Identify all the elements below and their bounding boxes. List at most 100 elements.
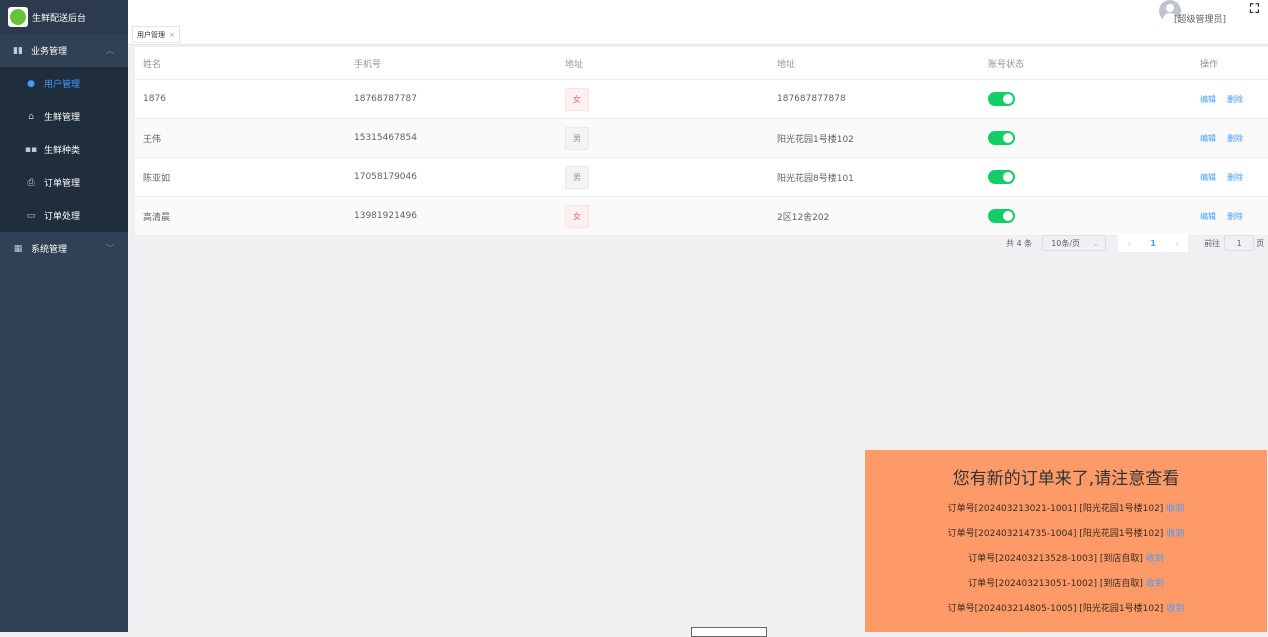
goto-page-input[interactable]: 1	[1224, 235, 1255, 251]
table-header: 姓名 手机号 地址 地址 账号状态 操作	[135, 47, 1268, 80]
table-row: 陈亚如 17058179046 男 阳光花园8号楼101 编辑 删除	[135, 158, 1268, 197]
sidebar-item-users[interactable]: ● 用户管理	[0, 67, 128, 100]
menu-group-system[interactable]: ▦ 系统管理 ﹀	[0, 232, 128, 265]
order-item: 订单号[202403213528-1003] [到店自取] 收到	[865, 551, 1267, 564]
receive-link[interactable]: 收到	[1146, 554, 1164, 564]
user-table: 姓名 手机号 地址 地址 账号状态 操作 1876 18768787787 女 …	[135, 47, 1268, 236]
goto-label: 前往	[1204, 238, 1221, 248]
order-text: 订单号[202403213021-1001] [阳光花园1号楼102]	[947, 504, 1164, 514]
cell-gender: 女	[565, 197, 589, 235]
sidebar-item-label: 订单处理	[44, 212, 81, 222]
cell-actions: 编辑 删除	[1200, 158, 1254, 196]
order-text: 订单号[202403213051-1002] [到店自取]	[968, 579, 1143, 589]
printer-icon: ⎙	[27, 177, 35, 188]
delete-button[interactable]: 删除	[1227, 94, 1243, 105]
status-toggle[interactable]	[988, 209, 1015, 223]
page-size-value: 10条/页	[1051, 238, 1081, 248]
cell-gender: 男	[565, 158, 589, 196]
app-logo-icon	[8, 7, 28, 27]
notification-title: 您有新的订单来了,请注意查看	[952, 469, 1180, 489]
sidebar: 生鲜配送后台 ▮▮ 业务管理 ︿ ● 用户管理 ⌂ 生鲜管理 ▪▪ 生鲜种类 ⎙…	[0, 0, 128, 632]
menu-group-label: 业务管理	[31, 47, 68, 57]
edit-button[interactable]: 编辑	[1200, 211, 1216, 222]
order-item: 订单号[202403213021-1001] [阳光花园1号楼102] 收到	[865, 501, 1267, 514]
menu-group-label: 系统管理	[31, 245, 68, 255]
gender-tag: 女	[565, 204, 589, 228]
prev-page-button[interactable]: ‹	[1128, 239, 1131, 248]
bag-icon: ⌂	[28, 111, 34, 122]
gender-tag: 女	[565, 87, 589, 111]
cell-gender: 女	[565, 80, 589, 118]
chevron-down-icon: ﹀	[106, 244, 114, 253]
close-icon[interactable]: ×	[169, 31, 175, 39]
menu-group-business[interactable]: ▮▮ 业务管理 ︿	[0, 34, 128, 67]
column-header: 地址	[565, 59, 584, 70]
cell-name: 高清晨	[143, 212, 171, 223]
bar-chart-icon: ▮▮	[13, 45, 23, 56]
receive-link[interactable]: 收到	[1166, 504, 1184, 514]
sidebar-item-order-processing[interactable]: ▭ 订单处理	[0, 199, 128, 232]
status-toggle[interactable]	[988, 170, 1015, 184]
column-header: 手机号	[354, 59, 382, 70]
grid-icon: ▦	[13, 243, 23, 254]
status-toggle[interactable]	[988, 131, 1015, 145]
tab-user-management[interactable]: 用户管理 ×	[132, 26, 180, 43]
tab-label: 用户管理	[137, 30, 165, 39]
cell-address: 187687877878	[777, 94, 846, 104]
top-header: [超级管理员] ⛶	[128, 0, 1268, 25]
cell-actions: 编辑 删除	[1200, 119, 1254, 157]
order-item: 订单号[202403213051-1002] [到店自取] 收到	[865, 576, 1267, 589]
cell-actions: 编辑 删除	[1200, 80, 1254, 118]
order-item: 订单号[202403214735-1004] [阳光花园1号楼102] 收到	[865, 526, 1267, 539]
cell-address: 阳光花园1号楼102	[777, 134, 854, 145]
receive-link[interactable]: 收到	[1166, 529, 1184, 539]
table-row: 王伟 15315467854 男 阳光花园1号楼102 编辑 删除	[135, 119, 1268, 158]
page-number-current[interactable]: 1	[1150, 239, 1156, 248]
edit-button[interactable]: 编辑	[1200, 94, 1216, 105]
order-item: 订单号[202403214805-1005] [阳光花园1号楼102] 收到	[865, 601, 1267, 614]
logo[interactable]: 生鲜配送后台	[0, 0, 128, 34]
cell-status	[988, 119, 1015, 157]
cell-address: 2区12舍202	[777, 212, 830, 223]
cell-status	[988, 197, 1015, 235]
sidebar-item-orders[interactable]: ⎙ 订单管理	[0, 166, 128, 199]
delete-button[interactable]: 删除	[1227, 211, 1243, 222]
order-text: 订单号[202403214805-1005] [阳光花园1号楼102]	[947, 604, 1164, 614]
sidebar-item-produce[interactable]: ⌂ 生鲜管理	[0, 100, 128, 133]
gender-tag: 男	[565, 126, 589, 150]
column-header: 地址	[777, 59, 796, 70]
page-suffix: 页	[1256, 238, 1265, 248]
cell-actions: 编辑 删除	[1200, 197, 1254, 235]
cell-name: 1876	[143, 94, 166, 104]
sidebar-item-label: 用户管理	[44, 80, 81, 90]
user-icon: ●	[27, 78, 35, 89]
gender-tag: 男	[565, 165, 589, 189]
edit-button[interactable]: 编辑	[1200, 172, 1216, 183]
pagination: 共 4 条 10条/页 ⌄ ‹ 1 › 前往 1 页	[1006, 234, 1264, 252]
edit-button[interactable]: 编辑	[1200, 133, 1216, 144]
table-row: 1876 18768787787 女 187687877878 编辑 删除	[135, 80, 1268, 119]
receive-link[interactable]: 收到	[1146, 579, 1164, 589]
box-icon: ▭	[26, 210, 36, 221]
column-header: 操作	[1200, 59, 1219, 70]
submenu-business: ● 用户管理 ⌂ 生鲜管理 ▪▪ 生鲜种类 ⎙ 订单管理 ▭ 订单处理	[0, 67, 128, 232]
sidebar-item-label: 生鲜种类	[44, 146, 81, 156]
app-title: 生鲜配送后台	[32, 13, 87, 24]
tags-bar: 用户管理 ×	[128, 24, 1268, 45]
cell-status	[988, 80, 1015, 118]
sidebar-item-label: 生鲜管理	[44, 113, 81, 123]
cell-address: 阳光花园8号楼101	[777, 173, 854, 184]
page-nav: ‹ 1 ›	[1118, 234, 1189, 252]
cell-name: 陈亚如	[143, 173, 171, 184]
sidebar-item-categories[interactable]: ▪▪ 生鲜种类	[0, 133, 128, 166]
page-size-select[interactable]: 10条/页 ⌄	[1042, 235, 1107, 251]
fullscreen-icon[interactable]: ⛶	[1250, 2, 1259, 17]
next-page-button[interactable]: ›	[1175, 239, 1178, 248]
cell-phone: 13981921496	[354, 211, 417, 221]
status-toggle[interactable]	[988, 92, 1015, 106]
delete-button[interactable]: 删除	[1227, 133, 1243, 144]
delete-button[interactable]: 删除	[1227, 172, 1243, 183]
receive-link[interactable]: 收到	[1166, 604, 1184, 614]
column-header: 姓名	[143, 59, 162, 70]
cell-gender: 男	[565, 119, 589, 157]
